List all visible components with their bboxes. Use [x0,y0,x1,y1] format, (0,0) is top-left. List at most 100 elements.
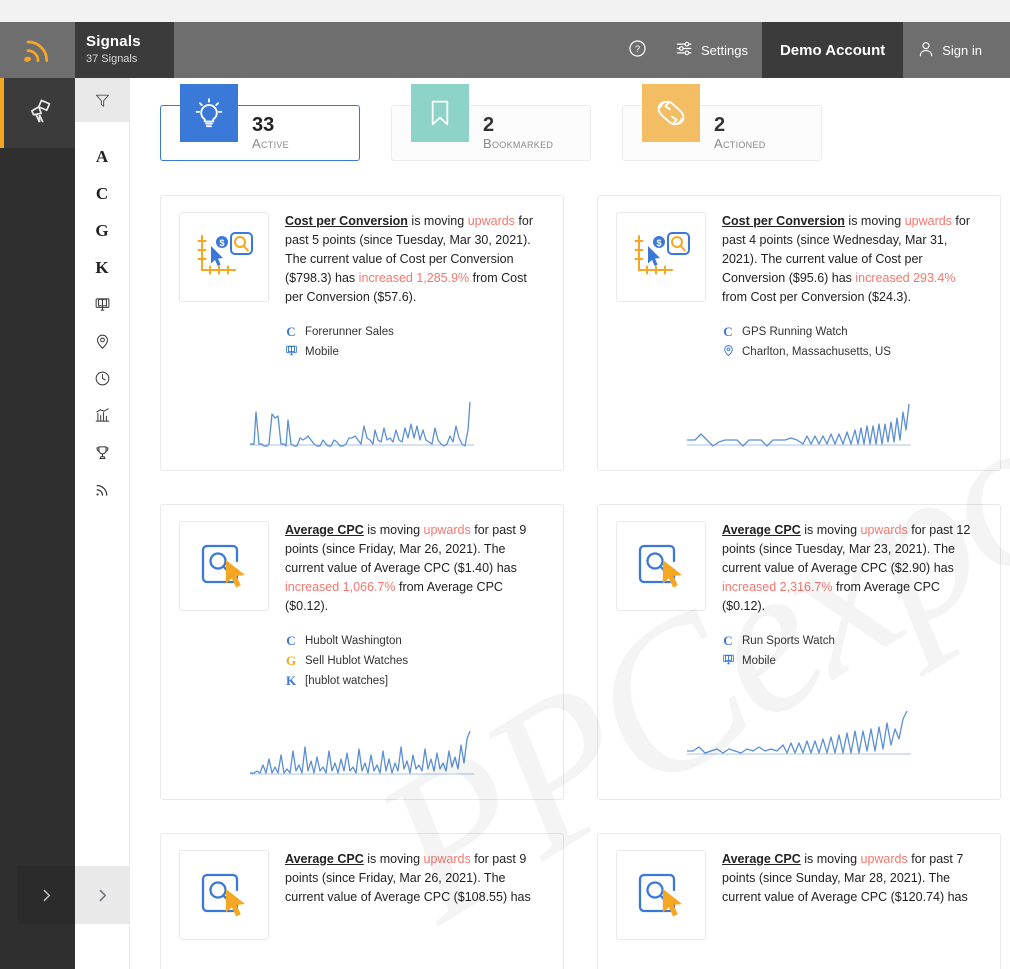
signal-direction: upwards [860,852,908,866]
sidebar-item-time[interactable] [75,360,130,397]
signal-card[interactable]: $ Cost per Conversion is moving upwards … [160,195,564,471]
signal-metric-link[interactable]: Average CPC [722,852,801,866]
account-selector[interactable]: Demo Account [761,22,904,78]
signal-tag[interactable]: G Sell Hublot Watches [285,651,545,671]
signal-thumbnail[interactable]: $ [179,212,269,302]
funnel-icon [95,94,109,107]
rss-icon [95,485,107,496]
signal-metric-link[interactable]: Cost per Conversion [285,214,408,228]
signal-tag[interactable]: Mobile [285,342,545,362]
signal-tag-label: Sell Hublot Watches [305,655,409,667]
stat-label: Actioned [714,136,766,151]
signal-tag-label: Forerunner Sales [305,326,394,338]
svg-text:?: ? [635,44,640,55]
signin-button[interactable]: Sign in [903,22,1010,78]
sidebar-item-awards[interactable] [75,434,130,471]
search-cursor-icon [201,544,245,588]
signal-count: 37 Signals [86,53,138,65]
signal-metric-link[interactable]: Average CPC [722,523,801,537]
sparkline-chart [250,730,474,775]
tag-letter-icon: C [286,633,296,648]
signal-tag-label: GPS Running Watch [742,326,848,338]
sidebar-item-signals[interactable] [75,471,130,508]
signal-card-top: Average CPC is moving upwards for past 9… [179,521,545,691]
signal-sparkline [616,952,982,969]
filter-button[interactable] [75,78,129,122]
signal-card-grid: $ Cost per Conversion is moving upwards … [130,161,1010,969]
signal-tag-label: Hubolt Washington [305,635,402,647]
signal-card[interactable]: Average CPC is moving upwards for past 1… [597,504,1001,800]
signal-direction: upwards [423,852,471,866]
signal-tag-list: C Run Sports Watch Mobile [722,631,982,671]
sidebar-item-label: K [95,257,109,277]
signal-tag-label: Mobile [742,655,776,667]
signal-thumbnail[interactable] [616,521,706,611]
signal-tag-label: Charlton, Massachusetts, US [742,346,891,358]
sidebar-item-device[interactable] [75,286,130,323]
stat-label: Bookmarked [483,136,554,151]
stat-card-actioned[interactable]: 2 Actioned [622,84,822,161]
signal-thumbnail[interactable] [179,521,269,611]
signal-tag[interactable]: Charlton, Massachusetts, US [722,342,982,362]
signal-card[interactable]: $ Cost per Conversion is moving upwards … [597,195,1001,471]
signal-tag[interactable]: C Run Sports Watch [722,631,982,651]
sidebar-item-g[interactable]: G [75,212,130,249]
signal-metric-link[interactable]: Average CPC [285,852,364,866]
stat-card-bookmarked[interactable]: 2 Bookmarked [391,84,591,161]
signal-tag[interactable]: C Forerunner Sales [285,322,545,342]
sidebar-item-a[interactable]: A [75,138,130,175]
stat-card-active[interactable]: 33 Active [160,84,360,161]
sparkline-chart [687,710,911,755]
sidebar-item-label: G [95,220,109,240]
sidebar-item-c[interactable]: C [75,175,130,212]
signal-metric-link[interactable]: Average CPC [285,523,364,537]
signal-card[interactable]: Average CPC is moving upwards for past 9… [160,504,564,800]
signal-status-filters: 33 Active 2 Bookmarked 2 Actioned [130,78,1010,161]
signal-thumbnail[interactable]: $ [616,212,706,302]
telescope-icon [24,95,55,131]
main-content: 33 Active 2 Bookmarked 2 Actioned $ Cost… [130,78,1010,969]
filter-sidebar: A C G K [75,78,130,969]
rss-icon [0,22,75,78]
sidebar-item-k[interactable]: K [75,249,130,286]
signal-sparkline [179,374,545,452]
signal-thumbnail[interactable] [179,850,269,940]
rail-expand-button[interactable] [17,866,75,924]
signin-label: Sign in [942,42,982,58]
signal-card-top: Average CPC is moving upwards for past 1… [616,521,982,671]
signal-tag[interactable]: K [hublot watches] [285,671,545,691]
signal-tag[interactable]: Mobile [722,651,982,671]
search-cursor-icon [201,873,245,917]
actioned-icon [642,84,700,142]
stat-count: 2 [714,114,726,136]
signal-tag[interactable]: C Hubolt Washington [285,631,545,651]
signal-tag-list: C Hubolt Washington G Sell Hublot Watches K [… [285,631,545,691]
tag-letter-icon: C [286,324,296,339]
sidebar-item-location[interactable] [75,323,130,360]
header-spacer [174,22,614,78]
signal-description: Cost per Conversion is moving upwards fo… [722,214,970,304]
settings-button[interactable]: Settings [661,22,762,78]
signal-card[interactable]: Average CPC is moving upwards for past 9… [160,833,564,969]
signal-card[interactable]: Average CPC is moving upwards for past 7… [597,833,1001,969]
tag-letter-icon: G [285,653,297,668]
signal-change: increased 1,285.9% [358,271,470,285]
signal-sparkline [616,374,982,452]
browser-top-strip [0,0,1010,22]
signal-tag-label: Mobile [305,346,339,358]
signal-description: Average CPC is moving upwards for past 7… [722,852,968,904]
signal-card-top: $ Cost per Conversion is moving upwards … [179,212,545,362]
location-pin-icon [722,344,734,361]
sidebar-item-metrics[interactable] [75,397,130,434]
signal-metric-link[interactable]: Cost per Conversion [722,214,845,228]
bookmark-icon [411,84,469,142]
sidebar-expand-button[interactable] [75,866,130,924]
page-title: Signals [86,33,141,50]
signal-thumbnail[interactable] [616,850,706,940]
help-button[interactable]: ? [614,22,661,78]
signal-tag[interactable]: C GPS Running Watch [722,322,982,342]
app-title-block: Signals 37 Signals [75,22,174,78]
sidebar-item-label: A [95,146,109,166]
nav-item-explorer[interactable] [0,78,75,148]
cursor-dollar-search-icon: $ [197,232,253,275]
